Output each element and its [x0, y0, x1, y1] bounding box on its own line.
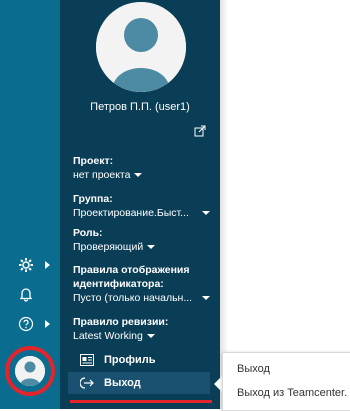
role-select[interactable]: Проверяющий: [73, 241, 156, 253]
logout-icon: [80, 377, 96, 389]
logout-highlight-underline: [70, 400, 212, 403]
gear-icon[interactable]: [18, 257, 34, 278]
id-rules-select[interactable]: Пусто (только начальн...: [73, 292, 192, 304]
user-name: Петров П.П. (user1): [90, 101, 190, 113]
chevron-down-icon: [134, 173, 143, 178]
avatar[interactable]: [5, 346, 55, 396]
chevron-down-icon[interactable]: [202, 211, 210, 215]
tooltip-pointer: [214, 376, 222, 392]
user-profile-avatar: [96, 2, 186, 92]
chevron-down-icon: [146, 334, 155, 339]
project-value: нет проекта: [73, 169, 131, 181]
revision-rule-label: Правило ревизии:: [73, 316, 169, 328]
group-select[interactable]: Проектирование.Быст...: [73, 207, 189, 219]
logout-tooltip: Выход Выход из Teamcenter.: [222, 352, 350, 411]
user-avatar-icon: [15, 356, 45, 386]
panel-shadow: [220, 0, 228, 409]
id-rules-label-line1: Правила отображения: [73, 264, 190, 276]
chevron-down-icon[interactable]: [202, 296, 210, 300]
content-area: [220, 0, 350, 409]
role-value: Проверяющий: [73, 241, 144, 253]
group-label: Группа:: [73, 193, 113, 205]
tooltip-title: Выход: [237, 363, 270, 375]
logout-label: Выход: [104, 377, 141, 389]
chevron-down-icon: [147, 245, 156, 250]
group-value: Проектирование.Быст...: [73, 207, 189, 219]
open-external-icon[interactable]: [194, 124, 206, 142]
bell-icon[interactable]: [18, 286, 34, 307]
role-label: Роль:: [73, 227, 103, 239]
revision-rule-value: Latest Working: [73, 330, 143, 342]
id-rules-label-line2: идентификатора:: [73, 278, 164, 290]
id-card-icon: [80, 354, 96, 366]
id-rules-value: Пусто (только начальн...: [73, 292, 193, 304]
help-icon[interactable]: [18, 316, 34, 337]
project-label: Проект:: [73, 155, 114, 167]
tooltip-description: Выход из Teamcenter.: [237, 387, 348, 399]
gear-expand-arrow-icon[interactable]: [45, 261, 50, 269]
left-rail: [0, 0, 60, 409]
help-expand-arrow-icon[interactable]: [45, 320, 50, 328]
profile-menu-item[interactable]: Профиль: [68, 349, 210, 371]
project-select[interactable]: нет проекта: [73, 169, 143, 181]
revision-rule-select[interactable]: Latest Working: [73, 330, 155, 342]
profile-label: Профиль: [104, 354, 156, 366]
logout-menu-item[interactable]: Выход: [68, 372, 210, 394]
